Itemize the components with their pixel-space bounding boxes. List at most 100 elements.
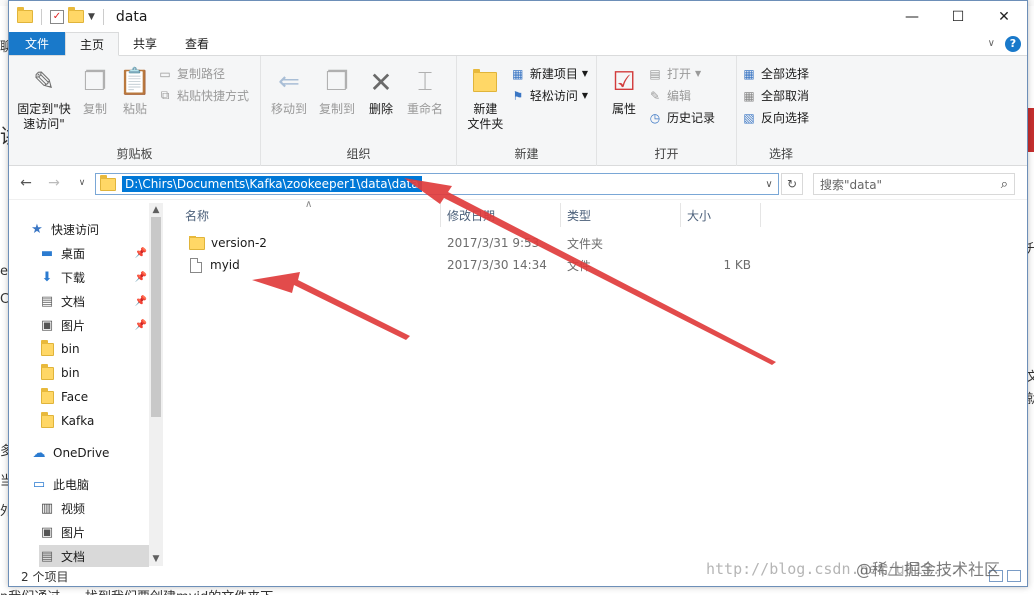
folder-icon: [39, 387, 55, 405]
column-type[interactable]: 类型: [561, 203, 681, 227]
new-item-button[interactable]: ▦ 新建项目 ▼: [510, 64, 592, 83]
select-group-label: 选择: [768, 147, 793, 161]
navigation-pane: ★ 快速访问 ▬ 桌面 📌 ⬇ 下载 📌 ▤ 文档 📌 ▣ 图片 📌 bin b…: [9, 203, 163, 567]
select-all-icon: ▦: [743, 66, 755, 81]
customize-dropdown-icon[interactable]: ▼: [88, 12, 95, 22]
copy-icon: ❐: [83, 66, 107, 97]
nav-item-kafka[interactable]: Kafka: [39, 410, 149, 432]
copy-path-button[interactable]: ▭ 复制路径: [157, 64, 253, 83]
forward-arrow-icon[interactable]: →: [43, 175, 65, 191]
tab-home[interactable]: 主页: [65, 32, 120, 56]
nav-item-desktop[interactable]: ▬ 桌面 📌: [39, 242, 149, 264]
nav-item-pictures[interactable]: ▣ 图片 📌: [39, 314, 149, 336]
open-button[interactable]: ▤ 打开 ▼: [647, 64, 719, 83]
quick-access-toolbar: ✓ ▼: [9, 7, 108, 25]
new-folder-icon: [469, 66, 501, 98]
file-size: 1 KB: [723, 258, 751, 272]
column-modified[interactable]: 修改日期: [441, 203, 561, 227]
toolbar-separator: [41, 8, 42, 25]
organize-group: ⇐ 移动到 ❐ 复制到 ✕ 删除 ⌶ 重命名 组织: [261, 56, 457, 166]
nav-item-downloads[interactable]: ⬇ 下载 📌: [39, 266, 149, 288]
open-group: ☑ 属性 ▤ 打开 ▼ ✎ 编辑 ◷ 历史记录 打开: [597, 56, 737, 166]
address-bar[interactable]: D:\Chirs\Documents\Kafka\zookeeper1\data…: [95, 173, 779, 195]
file-name: myid: [210, 258, 240, 272]
scrollbar-thumb[interactable]: [151, 217, 161, 417]
new-group: 新建 文件夹 ▦ 新建项目 ▼ ⚑ 轻松访问 ▼ 新建: [457, 56, 597, 166]
close-button[interactable]: ✕: [981, 1, 1027, 32]
open-icon: ▤: [649, 66, 661, 81]
history-button[interactable]: ◷ 历史记录: [647, 108, 719, 127]
properties-icon: ☑: [612, 66, 636, 97]
scroll-down-icon[interactable]: ▼: [149, 554, 163, 564]
organize-group-label: 组织: [346, 147, 371, 161]
select-all-button[interactable]: ▦ 全部选择: [741, 64, 813, 83]
large-icons-view-icon[interactable]: [1007, 570, 1021, 582]
search-placeholder: 搜索"data": [820, 177, 883, 192]
copy-to-icon: ❐: [325, 66, 349, 97]
nav-item-bin[interactable]: bin: [39, 338, 149, 360]
file-name: version-2: [211, 236, 267, 250]
folder-icon: [17, 7, 33, 23]
select-group: ▦ 全部选择 ▦ 全部取消 ▧ 反向选择 选择: [737, 56, 825, 166]
refresh-icon: ↻: [786, 177, 798, 191]
edit-button[interactable]: ✎ 编辑: [647, 86, 719, 105]
background-bottom-text: n我们通过......找到我们要创建myid的文件夹下: [0, 586, 273, 595]
pin-icon: ✎: [33, 66, 55, 97]
delete-x-icon: ✕: [369, 65, 393, 99]
nav-item-bin[interactable]: bin: [39, 362, 149, 384]
pin-icon[interactable]: 📌: [135, 248, 147, 259]
help-icon[interactable]: ?: [1005, 35, 1021, 52]
address-dropdown-icon[interactable]: ∨: [760, 179, 778, 190]
desktop-icon: ▬: [40, 245, 54, 261]
video-icon: ▥: [40, 500, 54, 516]
tab-share[interactable]: 共享: [119, 32, 171, 55]
computer-icon: ▭: [32, 476, 46, 492]
tab-view[interactable]: 查看: [171, 32, 223, 55]
invert-selection-button[interactable]: ▧ 反向选择: [741, 108, 813, 127]
paste-shortcut-button[interactable]: ⧉ 粘贴快捷方式: [157, 86, 253, 105]
file-row[interactable]: myid 2017/3/30 14:34 文件 1 KB: [179, 254, 761, 276]
folder-icon: [39, 339, 55, 357]
select-none-icon: ▦: [743, 88, 755, 103]
select-none-button[interactable]: ▦ 全部取消: [741, 86, 813, 105]
column-size[interactable]: 大小: [681, 203, 761, 227]
maximize-button[interactable]: ☐: [935, 1, 981, 32]
nav-pc-videos[interactable]: ▥ 视频: [39, 497, 149, 519]
file-modified: 2017/3/31 9:53: [447, 236, 540, 250]
nav-item-documents[interactable]: ▤ 文档 📌: [39, 290, 149, 312]
nav-item-face[interactable]: Face: [39, 386, 149, 408]
nav-pc-documents[interactable]: ▤ 文档: [39, 545, 149, 567]
refresh-button[interactable]: ↻: [781, 173, 803, 195]
nav-scrollbar[interactable]: ▲ ▼: [149, 203, 163, 566]
column-name[interactable]: 名称: [179, 203, 441, 227]
toolbar-separator: [102, 8, 104, 25]
nav-quick-access[interactable]: ★ 快速访问: [29, 218, 169, 240]
new-folder-quick-icon[interactable]: [68, 7, 84, 23]
folder-icon: [39, 363, 55, 381]
title-bar: ✓ ▼ data — ☐ ✕: [9, 1, 1027, 32]
explorer-window: ✓ ▼ data — ☐ ✕ 文件 主页 共享 查看 ∨ ? ✎ 固定到"快 速…: [8, 0, 1028, 587]
recent-locations-icon[interactable]: ∨: [71, 178, 93, 188]
pin-icon[interactable]: 📌: [135, 272, 147, 283]
properties-check-icon[interactable]: ✓: [50, 9, 64, 24]
easy-access-icon: ⚑: [512, 88, 524, 103]
window-title: data: [115, 8, 148, 25]
scroll-up-icon[interactable]: ▲: [149, 205, 163, 215]
minimize-button[interactable]: —: [889, 1, 935, 32]
watermark-community: @稀土掘金技术社区: [856, 560, 1001, 579]
file-row[interactable]: version-2 2017/3/31 9:53 文件夹: [179, 232, 761, 254]
file-modified: 2017/3/30 14:34: [447, 258, 547, 272]
back-arrow-icon[interactable]: ←: [15, 175, 37, 191]
search-input[interactable]: 搜索"data" ⌕: [813, 173, 1015, 195]
file-icon: [190, 257, 202, 273]
pin-icon[interactable]: 📌: [135, 320, 147, 331]
address-path[interactable]: D:\Chirs\Documents\Kafka\zookeeper1\data…: [122, 176, 422, 192]
collapse-ribbon-icon[interactable]: ∨: [988, 38, 995, 49]
paste-shortcut-icon: ⧉: [160, 88, 170, 102]
file-type: 文件夹: [567, 236, 604, 251]
easy-access-button[interactable]: ⚑ 轻松访问 ▼: [510, 86, 592, 105]
tab-file[interactable]: 文件: [9, 32, 66, 55]
folder-icon: [100, 174, 116, 191]
nav-pc-pictures[interactable]: ▣ 图片: [39, 521, 149, 543]
pin-icon[interactable]: 📌: [135, 296, 147, 307]
